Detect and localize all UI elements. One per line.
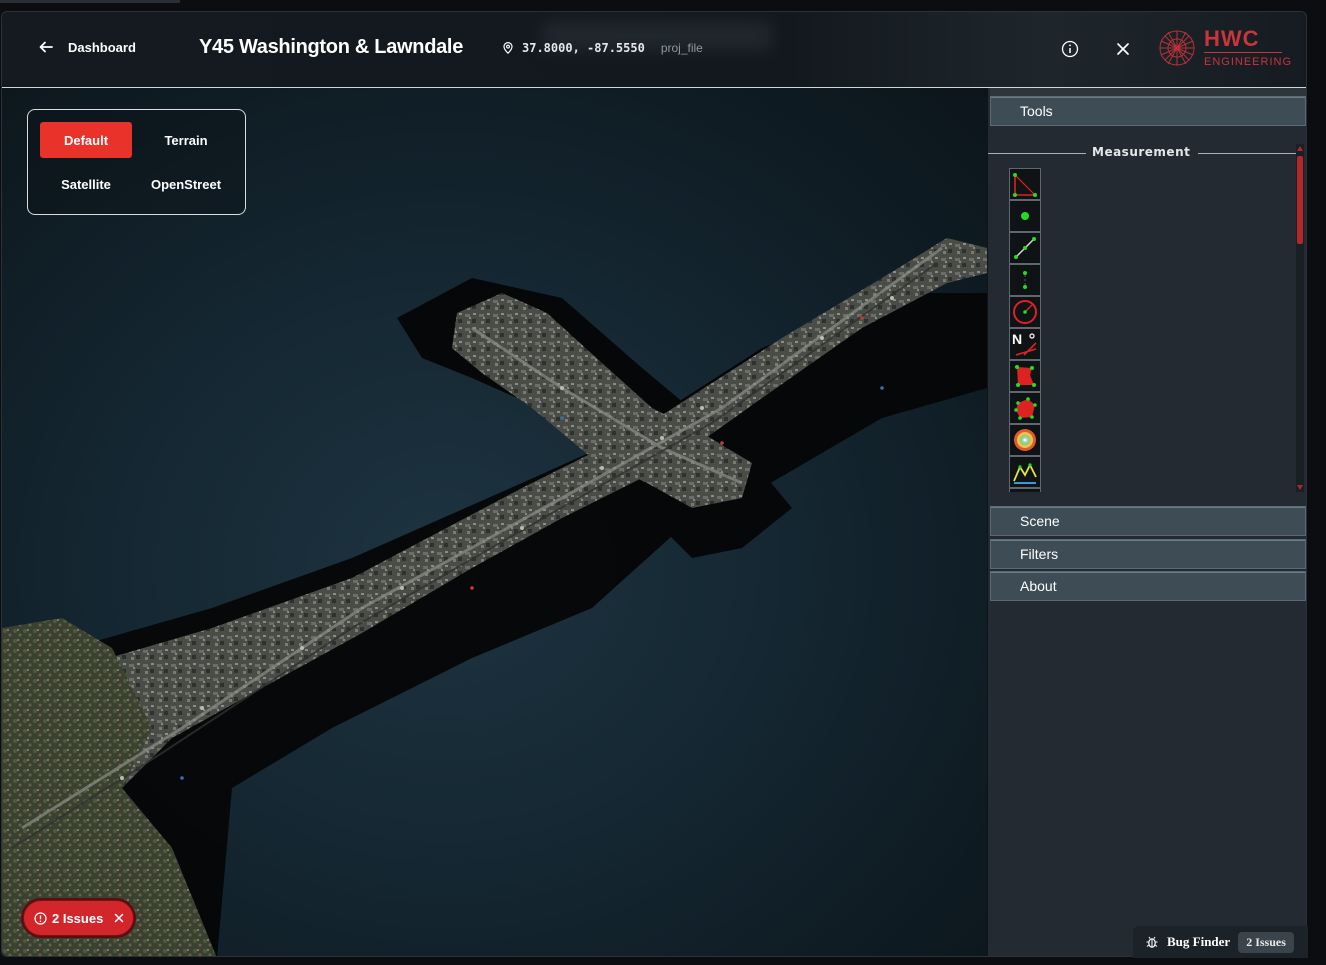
bug-icon: [1146, 936, 1158, 948]
tool-list-scrollbar[interactable]: [1296, 144, 1304, 492]
logo-secondary-text: ENGINEERING: [1204, 56, 1293, 68]
profile-icon[interactable]: [1009, 456, 1041, 488]
tool-partial-icon[interactable]: [1009, 488, 1041, 492]
company-logo: HWC ENGINEERING: [1156, 26, 1292, 70]
bug-finder-button[interactable]: Bug Finder 2 Issues: [1133, 926, 1308, 958]
scroll-down-icon[interactable]: [1297, 485, 1303, 490]
viewer-window: Dashboard Y45 Washington & Lawndale 37.8…: [1, 11, 1307, 957]
circle-measure-icon[interactable]: [1009, 296, 1041, 328]
alert-circle-icon: [34, 911, 47, 925]
legend-rule-right: [1198, 153, 1296, 154]
close-icon[interactable]: [1115, 41, 1131, 57]
info-icon[interactable]: [1061, 40, 1079, 58]
coordinates-text: 37.8000, -87.5550: [522, 41, 645, 55]
point-cloud-render: [2, 238, 987, 956]
sphere-volume-icon[interactable]: [1009, 424, 1041, 456]
point-cloud-viewport[interactable]: Default Terrain Satellite OpenStreet 2 I…: [2, 88, 987, 956]
page-title: Y45 Washington & Lawndale: [199, 36, 464, 58]
basemap-option-satellite[interactable]: Satellite: [40, 166, 132, 202]
dismiss-icon[interactable]: [112, 911, 126, 925]
back-to-dashboard-button[interactable]: Dashboard: [38, 39, 136, 55]
scroll-up-icon[interactable]: [1297, 146, 1303, 151]
legend-rule-left: [988, 153, 1086, 154]
azimuth-measure-icon[interactable]: N: [1009, 328, 1041, 360]
issues-pill-label: 2 Issues: [52, 910, 104, 926]
tools-sidebar: Tools Measurement N Scene Filters About: [987, 88, 1306, 956]
volume-measure-icon[interactable]: [1009, 392, 1041, 424]
section-header-about[interactable]: About: [990, 571, 1306, 601]
basemap-option-default[interactable]: Default: [40, 122, 132, 158]
bug-finder-count-badge: 2 Issues: [1238, 931, 1294, 953]
window-tab: [0, 0, 180, 3]
area-measure-icon[interactable]: [1009, 360, 1041, 392]
distance-measure-icon[interactable]: [1009, 232, 1041, 264]
window-top-strip: [0, 0, 1326, 11]
angle-measure-icon[interactable]: [1009, 168, 1041, 200]
arrow-left-icon: [39, 41, 53, 53]
section-header-filters[interactable]: Filters: [990, 539, 1306, 569]
measurement-group-legend: Measurement: [988, 145, 1298, 161]
svg-text:N: N: [1012, 331, 1022, 347]
back-label: Dashboard: [68, 39, 136, 55]
map-pin-icon: [503, 42, 513, 54]
basemap-switcher: Default Terrain Satellite OpenStreet: [27, 109, 246, 215]
basemap-option-terrain[interactable]: Terrain: [140, 122, 232, 158]
section-header-scene[interactable]: Scene: [990, 506, 1306, 536]
measurement-group-label: Measurement: [1092, 145, 1191, 159]
location-readout: 37.8000, -87.5550 proj_file: [502, 41, 703, 55]
sidebar-top-strip: [990, 88, 1306, 96]
header-bar: Dashboard Y45 Washington & Lawndale 37.8…: [2, 12, 1306, 88]
logo-mark-icon: [1159, 30, 1195, 66]
height-measure-icon[interactable]: [1009, 264, 1041, 296]
bug-finder-label: Bug Finder: [1167, 934, 1231, 949]
point-measure-icon[interactable]: [1009, 200, 1041, 232]
issues-pill[interactable]: 2 Issues: [23, 900, 134, 936]
section-header-tools[interactable]: Tools: [990, 96, 1306, 126]
basemap-option-openstreet[interactable]: OpenStreet: [140, 166, 232, 202]
measurement-tool-list: N: [1009, 168, 1043, 492]
file-label: proj_file: [660, 41, 703, 55]
scrollbar-thumb[interactable]: [1297, 156, 1303, 244]
logo-primary-text: HWC: [1204, 28, 1282, 53]
